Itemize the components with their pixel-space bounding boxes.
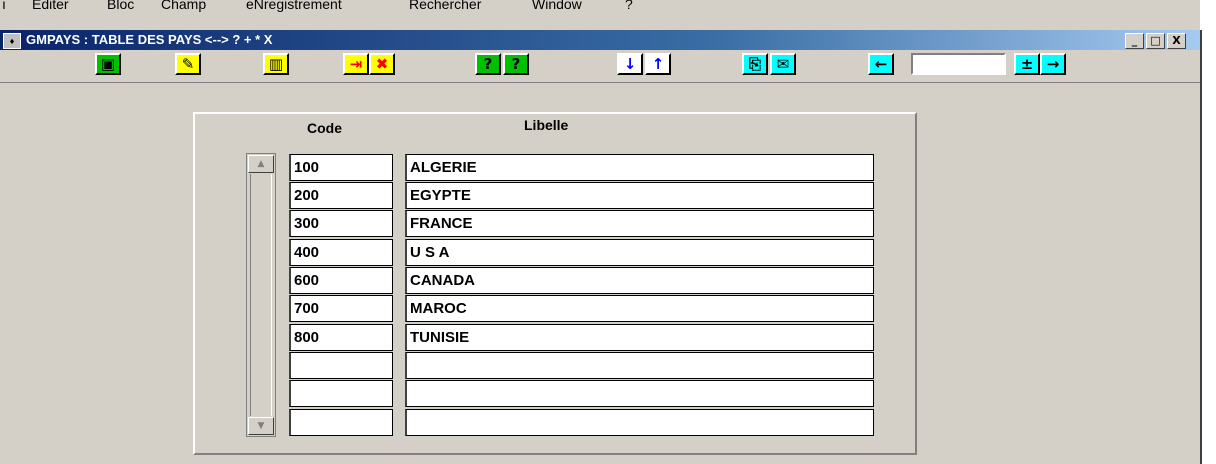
menu-item-window[interactable]: Window <box>532 0 582 14</box>
scroll-up-icon: ▲ <box>257 159 265 169</box>
toolbar-input[interactable] <box>911 53 1006 75</box>
libelle-field[interactable]: U S A <box>405 239 874 266</box>
libelle-field[interactable]: TUNISIE <box>405 324 874 351</box>
previous-record-button[interactable]: ↑ <box>645 53 671 75</box>
trash-icon: ▥ <box>268 54 284 73</box>
table-row <box>289 409 875 436</box>
code-field[interactable]: 300 <box>289 210 393 237</box>
code-field[interactable]: 700 <box>289 295 393 322</box>
help-bubble-icon: ✎ <box>181 54 195 73</box>
table-row: 300 FRANCE <box>289 210 875 237</box>
save-button[interactable]: ▣ <box>95 53 121 75</box>
menu-item-editer[interactable]: Editer <box>32 0 69 14</box>
table-row: 200 EGYPTE <box>289 182 875 209</box>
export-button[interactable]: ✉ <box>770 53 796 75</box>
delete-record-icon: ✖ <box>375 54 389 73</box>
delete-record-button[interactable]: ✖ <box>369 53 395 75</box>
code-field[interactable] <box>289 409 393 436</box>
libelle-field[interactable]: EGYPTE <box>405 182 874 209</box>
forward-arrow-icon: → <box>1046 54 1060 73</box>
maximize-button[interactable]: □ <box>1146 33 1165 49</box>
menu-item-help[interactable]: ? <box>625 0 633 14</box>
window-title: GMPAYS : TABLE DES PAYS <--> ? + * X <box>26 32 273 47</box>
window-right-edge <box>1200 30 1216 464</box>
libelle-field[interactable] <box>405 409 874 436</box>
libelle-field[interactable]: CANADA <box>405 267 874 294</box>
print-icon: ⎘ <box>748 54 761 73</box>
libelle-field[interactable] <box>405 352 874 379</box>
toolbar: ▣ ✎ ▥ ⇥ ✖ ? ? ↓ ↑ ⎘ ✉ ← ± → <box>0 50 1200 83</box>
vertical-scrollbar[interactable]: ▲ ▼ <box>246 153 276 437</box>
code-field[interactable] <box>289 352 393 379</box>
menu-item-file[interactable]: ı <box>2 0 6 14</box>
help-bubble-button[interactable]: ✎ <box>175 53 201 75</box>
scroll-up-button[interactable]: ▲ <box>248 155 274 173</box>
column-header-code: Code <box>307 120 342 136</box>
scrollbar-track[interactable] <box>250 174 272 416</box>
code-field[interactable]: 800 <box>289 324 393 351</box>
go-button[interactable]: ± <box>1014 53 1040 75</box>
libelle-field[interactable]: FRANCE <box>405 210 874 237</box>
back-button[interactable]: ← <box>868 53 894 75</box>
forward-button[interactable]: → <box>1040 53 1066 75</box>
table-row <box>289 380 875 407</box>
table-row: 600 CANADA <box>289 267 875 294</box>
table-row: 100 ALGERIE <box>289 154 875 181</box>
minimize-button[interactable]: _ <box>1125 33 1144 49</box>
insert-record-icon: ⇥ <box>349 54 363 73</box>
menu-item-enregistrement[interactable]: eNregistrement <box>246 0 342 14</box>
back-arrow-icon: ← <box>874 54 888 73</box>
column-header-libelle: Libelle <box>524 117 569 133</box>
code-field[interactable]: 600 <box>289 267 393 294</box>
libelle-field[interactable]: ALGERIE <box>405 154 874 181</box>
trash-button[interactable]: ▥ <box>263 53 289 75</box>
menu-item-rechercher[interactable]: Rechercher <box>409 0 481 14</box>
print-button[interactable]: ⎘ <box>742 53 768 75</box>
code-field[interactable]: 400 <box>289 239 393 266</box>
code-field[interactable]: 200 <box>289 182 393 209</box>
export-icon: ✉ <box>776 54 790 73</box>
libelle-field[interactable]: MAROC <box>405 295 874 322</box>
query-execute-button[interactable]: ? <box>503 53 529 75</box>
table-row: 400 U S A <box>289 239 875 266</box>
previous-record-icon: ↑ <box>651 54 665 73</box>
menu-bar: ı Editer Bloc Champ eNregistrement Reche… <box>0 0 1200 30</box>
code-field[interactable] <box>289 380 393 407</box>
scroll-down-icon: ▼ <box>257 421 265 431</box>
next-record-button[interactable]: ↓ <box>617 53 643 75</box>
menu-item-bloc[interactable]: Bloc <box>107 0 134 14</box>
code-field[interactable]: 100 <box>289 154 393 181</box>
window-controls: _ □ X <box>1125 33 1186 49</box>
close-button[interactable]: X <box>1167 33 1186 49</box>
query-execute-icon: ? <box>511 54 521 73</box>
app-icon: ♦ <box>3 33 21 49</box>
query-enter-button[interactable]: ? <box>475 53 501 75</box>
insert-record-button[interactable]: ⇥ <box>343 53 369 75</box>
save-icon: ▣ <box>100 54 116 73</box>
window-title-bar: ♦ GMPAYS : TABLE DES PAYS <--> ? + * X _… <box>0 30 1200 50</box>
table-row: 800 TUNISIE <box>289 324 875 351</box>
libelle-field[interactable] <box>405 380 874 407</box>
table-row <box>289 352 875 379</box>
go-icon: ± <box>1020 54 1034 73</box>
query-enter-icon: ? <box>483 54 493 73</box>
table-row: 700 MAROC <box>289 295 875 322</box>
next-record-icon: ↓ <box>623 54 637 73</box>
scroll-down-button[interactable]: ▼ <box>248 417 274 435</box>
menu-item-champ[interactable]: Champ <box>161 0 206 14</box>
